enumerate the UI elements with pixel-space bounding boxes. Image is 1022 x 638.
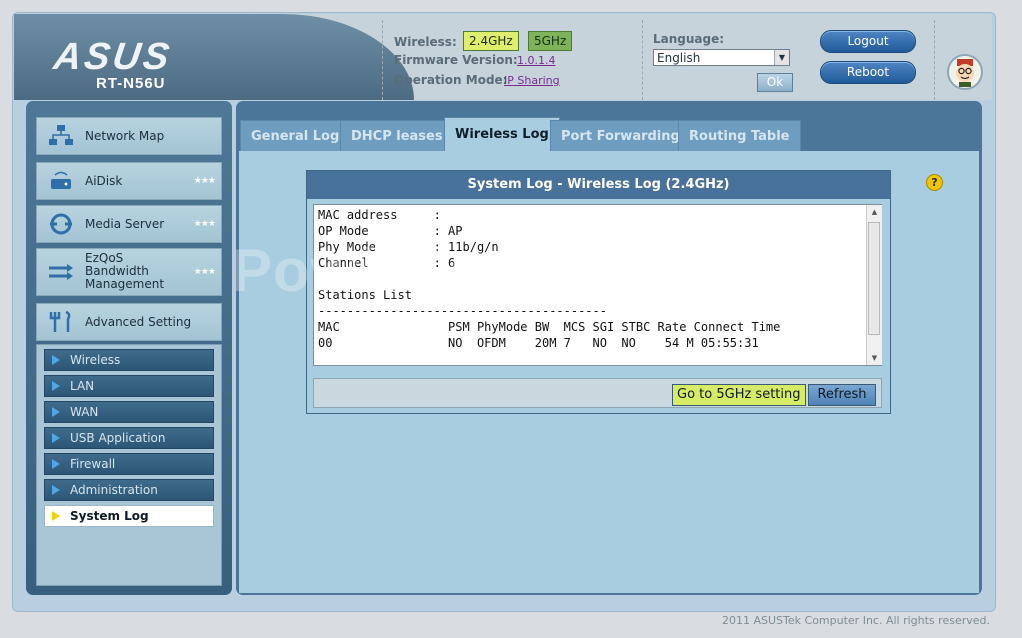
tab-wireless-log[interactable]: Wireless Log [444,117,560,151]
sidebar-subitem-system-log[interactable]: System Log [44,505,214,527]
operation-mode-label: Operation Mode: [394,73,508,87]
band-24ghz-button[interactable]: 2.4GHz [463,31,519,51]
refresh-button[interactable]: Refresh [808,384,876,406]
subitem-label: LAN [70,379,95,393]
band-5ghz-button[interactable]: 5GHz [528,31,573,51]
arrow-right-icon [52,433,60,443]
subitem-label: USB Application [70,431,166,445]
sidebar-subitem-firewall[interactable]: Firewall [44,453,214,475]
arrow-right-icon [52,459,60,469]
firmware-version-link[interactable]: 1.0.1.4 [517,54,555,67]
firmware-label: Firmware Version: [394,53,518,67]
log-scrollbar[interactable]: ▲ ▼ [866,205,882,365]
sidebar-item-label: Advanced Setting [85,315,192,329]
subitem-label: WAN [70,405,99,419]
star-icon: ★★★ [193,267,216,277]
copyright: 2011 ASUSTek Computer Inc. All rights re… [722,614,990,627]
log-line: MAC address : [318,208,441,222]
subitem-label: Administration [70,483,158,497]
arrow-right-icon [52,511,60,521]
arrow-right-icon [52,355,60,365]
sidebar-item-media-server[interactable]: Media Server ★★★ [36,205,222,243]
sidebar-item-label: EzQoS [85,251,124,265]
scroll-up-icon[interactable]: ▲ [867,205,882,219]
language-label: Language: [653,32,725,46]
sidebar-item-label: AiDisk [85,174,123,188]
media-server-icon [50,213,72,235]
log-textarea[interactable]: MAC address : OP Mode : AP Phy Mode : 11… [313,204,882,366]
help-icon[interactable]: ? [926,174,943,191]
sidebar-item-network-map[interactable]: Network Map [36,117,222,155]
qos-icon [49,264,73,280]
log-line: Phy Mode : 11b/g/n [318,240,499,254]
log-line: Channel : 6 [318,256,456,270]
sidebar-item-aidisk[interactable]: AiDisk ★★★ [36,162,222,200]
header-divider [382,20,383,100]
subitem-label: Firewall [70,457,116,471]
logout-button[interactable]: Logout [820,30,916,53]
log-line: MAC PSM PhyMode BW MCS SGI STBC Rate Con… [318,320,781,334]
star-icon: ★★★ [193,219,216,229]
star-icon: ★★★ [193,176,216,186]
log-line: ---------------------------------------- [318,304,607,318]
go-to-5ghz-button[interactable]: Go to 5GHz setting [672,384,806,406]
header-divider [934,20,935,100]
chevron-down-icon: ▼ [774,50,789,65]
model-name: RT-N56U [96,75,166,92]
mascot-icon [947,54,983,90]
tab-general-log[interactable]: General Log [240,120,351,151]
reboot-button[interactable]: Reboot [820,61,916,84]
subitem-label: System Log [70,509,149,523]
language-select[interactable]: English ▼ [653,49,790,66]
arrow-right-icon [52,485,60,495]
tools-icon [49,310,71,332]
sidebar-subitem-usb-application[interactable]: USB Application [44,427,214,449]
sidebar-item-ezqos[interactable]: EzQoS Bandwidth Management ★★★ [36,248,222,296]
sidebar-subitem-wireless[interactable]: Wireless [44,349,214,371]
header-divider [642,20,643,100]
log-line: Stations List [318,288,412,302]
arrow-right-icon [52,381,60,391]
scroll-thumb[interactable] [868,222,880,335]
sidebar-item-advanced-setting[interactable]: Advanced Setting [36,303,222,341]
sidebar-subitem-administration[interactable]: Administration [44,479,214,501]
sidebar-item-label: Management [85,277,165,291]
asus-logo: ASUS [51,36,175,78]
language-ok-button[interactable]: Ok [757,73,793,92]
log-title: System Log - Wireless Log (2.4GHz) [307,171,890,199]
sidebar-item-label: Network Map [85,129,165,143]
scroll-down-icon[interactable]: ▼ [867,351,882,365]
disk-icon [51,171,71,189]
operation-mode-link[interactable]: IP Sharing [504,74,560,87]
sidebar-item-label: Bandwidth [85,264,149,278]
wireless-label: Wireless: [394,35,457,49]
language-value: English [657,51,701,65]
tab-routing-table[interactable]: Routing Table [678,120,801,151]
log-line: OP Mode : AP [318,224,463,238]
tab-port-forwarding[interactable]: Port Forwarding [550,120,691,151]
network-map-icon [49,125,73,145]
sidebar-item-label: Media Server [85,217,165,231]
log-line: 00 NO OFDM 20M 7 NO NO 54 M 05:55:31 [318,336,759,350]
sidebar-subitem-lan[interactable]: LAN [44,375,214,397]
tab-dhcp-leases[interactable]: DHCP leases [340,120,454,151]
arrow-right-icon [52,407,60,417]
subitem-label: Wireless [70,353,121,367]
sidebar-subitem-wan[interactable]: WAN [44,401,214,423]
